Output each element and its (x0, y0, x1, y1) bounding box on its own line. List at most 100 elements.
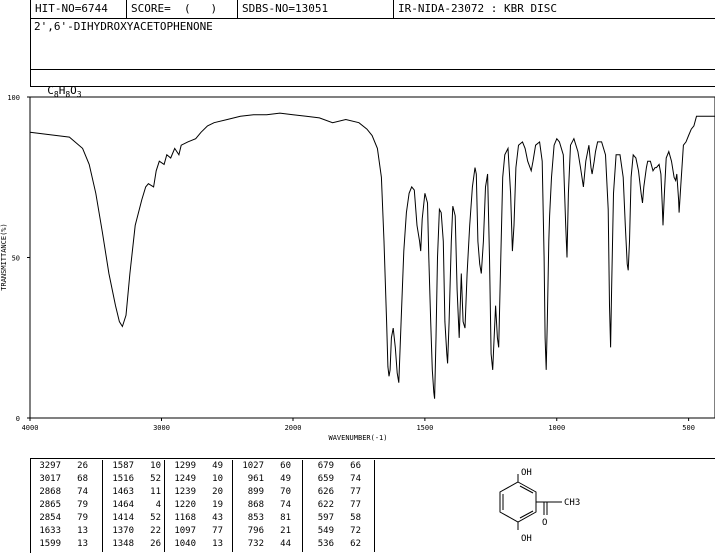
oh-top-label: OH (521, 468, 532, 478)
peak-transmittance: 22 (150, 526, 161, 536)
peak-table-row: 549 72 (303, 525, 374, 538)
peak-wavenumber: 679 (317, 461, 334, 471)
peak-table-row: 536 62 (303, 538, 374, 551)
peak-wavenumber: 1027 (242, 461, 264, 471)
peak-wavenumber: 3297 (39, 461, 61, 471)
peak-wavenumber: 1464 (112, 500, 134, 510)
benzene-ring (499, 481, 537, 523)
peak-table-row: 1220 19 (165, 499, 232, 512)
peak-wavenumber: 622 (317, 500, 334, 510)
peak-wavenumber: 3017 (39, 474, 61, 484)
peak-table-row: 3017 68 (30, 473, 102, 486)
x-tick-label: 1000 (548, 424, 565, 432)
peak-wavenumber: 2868 (39, 487, 61, 497)
peak-table-row: 1633 13 (30, 525, 102, 538)
peak-transmittance: 44 (280, 539, 291, 549)
peak-transmittance: 68 (77, 474, 88, 484)
peak-table: 3297 26 3017 68 2868 74 2865 79 2854 79 1633 13 1599… (0, 460, 375, 552)
peak-wavenumber: 1463 (112, 487, 134, 497)
peak-wavenumber: 1299 (174, 461, 196, 471)
peak-table-row: 1040 13 (165, 538, 232, 551)
peak-table-row: 899 70 (233, 486, 302, 499)
peak-transmittance: 79 (77, 513, 88, 523)
y-tick-label: 50 (12, 255, 20, 263)
peak-transmittance: 13 (77, 526, 88, 536)
peak-transmittance: 74 (350, 474, 361, 484)
peak-wavenumber: 1516 (112, 474, 134, 484)
spectrum-line (29, 112, 715, 399)
peak-transmittance: 13 (77, 539, 88, 549)
y-tick-label: 100 (7, 94, 20, 102)
peak-wavenumber: 549 (317, 526, 334, 536)
peak-transmittance: 77 (212, 526, 223, 536)
peak-transmittance: 43 (212, 513, 223, 523)
peak-transmittance: 72 (350, 526, 361, 536)
peak-table-row: 1464 4 (103, 499, 164, 512)
peak-transmittance: 74 (77, 487, 88, 497)
peak-table-row: 1599 13 (30, 538, 102, 551)
peak-wavenumber: 899 (247, 487, 264, 497)
peak-wavenumber: 1097 (174, 526, 196, 536)
peak-table-row: 2865 79 (30, 499, 102, 512)
carbonyl-o-label: O (542, 518, 547, 528)
structure-drawing: OH OH O CH3 (499, 468, 580, 544)
peak-table-row: 1587 10 (103, 460, 164, 473)
peak-table-row: 1463 11 (103, 486, 164, 499)
peak-transmittance: 70 (280, 487, 291, 497)
peak-transmittance: 21 (280, 526, 291, 536)
peak-wavenumber: 868 (247, 500, 264, 510)
peak-table-row: 679 66 (303, 460, 374, 473)
x-tick-label: 2000 (285, 424, 302, 432)
peak-table-row: 1348 26 (103, 538, 164, 551)
peak-wavenumber: 732 (247, 539, 264, 549)
peak-wavenumber: 536 (317, 539, 334, 549)
peak-wavenumber: 1220 (174, 500, 196, 510)
peak-table-row: 1168 43 (165, 512, 232, 525)
peak-transmittance: 58 (350, 513, 361, 523)
peak-wavenumber: 659 (317, 474, 334, 484)
peak-table-row: 853 81 (233, 512, 302, 525)
peak-transmittance: 60 (280, 461, 291, 471)
peak-wavenumber: 1168 (174, 513, 196, 523)
peak-table-row: 868 74 (233, 499, 302, 512)
peak-transmittance: 10 (212, 474, 223, 484)
peak-wavenumber: 2854 (39, 513, 61, 523)
peak-transmittance: 77 (350, 487, 361, 497)
peak-table-row: 1299 49 (165, 460, 232, 473)
peak-table-row: 3297 26 (30, 460, 102, 473)
oh-bottom-label: OH (521, 534, 532, 544)
peak-table-row: 796 21 (233, 525, 302, 538)
peak-table-column: 3297 26 3017 68 2868 74 2865 79 2854 79 1633 13 1599… (30, 460, 103, 552)
peak-transmittance: 19 (212, 500, 223, 510)
x-tick-label: 500 (682, 424, 695, 432)
peak-table-column: 1027 60 961 49 899 70 868 74 853 81 796 21 732 44 (233, 460, 303, 552)
peak-wavenumber: 1249 (174, 474, 196, 484)
peak-transmittance: 49 (280, 474, 291, 484)
peak-transmittance: 77 (350, 500, 361, 510)
y-tick-label: 0 (16, 415, 20, 423)
peak-wavenumber: 1414 (112, 513, 134, 523)
peak-table-row: 1249 10 (165, 473, 232, 486)
peak-table-row: 732 44 (233, 538, 302, 551)
peak-table-column: 679 66 659 74 626 77 622 77 597 58 549 72 536 62 (303, 460, 375, 552)
peak-table-column: 1299 49 1249 10 1239 20 1220 19 1168 43 1097 77 1040… (165, 460, 233, 552)
peak-wavenumber: 1040 (174, 539, 196, 549)
peak-table-row: 1027 60 (233, 460, 302, 473)
peak-table-row: 1516 52 (103, 473, 164, 486)
peak-table-row: 2868 74 (30, 486, 102, 499)
peak-transmittance: 13 (212, 539, 223, 549)
peak-table-row: 597 58 (303, 512, 374, 525)
x-tick-label: 1500 (416, 424, 433, 432)
peak-transmittance: 49 (212, 461, 223, 471)
peak-table-row: 1414 52 (103, 512, 164, 525)
peak-table-row: 961 49 (233, 473, 302, 486)
peak-wavenumber: 626 (317, 487, 334, 497)
peak-transmittance: 20 (212, 487, 223, 497)
peak-wavenumber: 1587 (112, 461, 134, 471)
peak-transmittance: 52 (150, 474, 161, 484)
peak-table-row: 1239 20 (165, 486, 232, 499)
peak-transmittance: 26 (150, 539, 161, 549)
peak-wavenumber: 853 (247, 513, 264, 523)
peak-transmittance: 62 (350, 539, 361, 549)
peak-wavenumber: 796 (247, 526, 264, 536)
